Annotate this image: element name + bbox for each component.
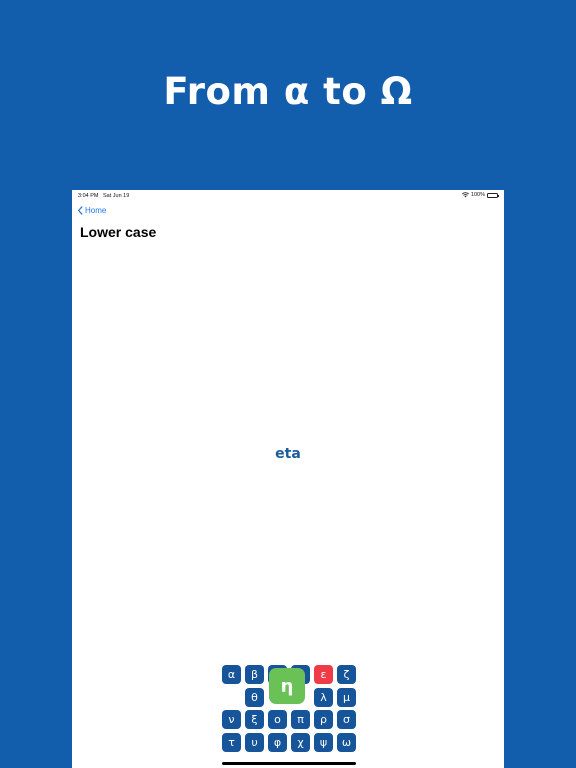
key-alpha[interactable]: α (222, 665, 241, 684)
letter-name: eta (275, 446, 301, 462)
key-eta-selected[interactable]: η (269, 668, 305, 704)
key-pi[interactable]: π (291, 710, 310, 729)
key-beta[interactable]: β (245, 665, 264, 684)
key-phi[interactable]: φ (268, 733, 287, 752)
key-omega[interactable]: ω (337, 733, 356, 752)
key-zeta[interactable]: ζ (337, 665, 356, 684)
status-bar: 3:04 PM Sat Jun 19 100% (72, 190, 504, 200)
key-omicron[interactable]: ο (268, 710, 287, 729)
back-label: Home (85, 206, 107, 215)
battery-percent: 100% (470, 192, 485, 198)
key-sigma[interactable]: σ (337, 710, 356, 729)
status-date: Sat Jun 19 (103, 192, 130, 199)
key-mu[interactable]: μ (337, 688, 356, 707)
status-indicators: 100% (461, 192, 499, 198)
key-lambda[interactable]: λ (314, 688, 333, 707)
headline: From α to Ω (163, 70, 413, 113)
key-psi[interactable]: ψ (314, 733, 333, 752)
key-epsilon[interactable]: ε (314, 665, 333, 684)
device-screen: 3:04 PM Sat Jun 19 100% Home Lower case … (72, 190, 504, 768)
key-theta[interactable]: θ (245, 688, 264, 707)
battery-icon (487, 192, 499, 198)
key-tau[interactable]: τ (222, 733, 241, 752)
home-indicator (222, 762, 356, 765)
key-rho[interactable]: ρ (314, 710, 333, 729)
page-title: Lower case (80, 224, 157, 240)
key-upsilon[interactable]: υ (245, 733, 264, 752)
letter-grid: α β γ δ ε ζ θ λ μ ν ξ ο π ρ σ τ υ φ χ ψ … (222, 665, 356, 753)
key-xi[interactable]: ξ (245, 710, 264, 729)
status-time: 3:04 PM (78, 192, 99, 199)
key-chi[interactable]: χ (291, 733, 310, 752)
key-nu[interactable]: ν (222, 710, 241, 729)
wifi-icon (461, 192, 469, 198)
back-button[interactable]: Home (77, 206, 106, 215)
chevron-left-icon (78, 206, 83, 215)
